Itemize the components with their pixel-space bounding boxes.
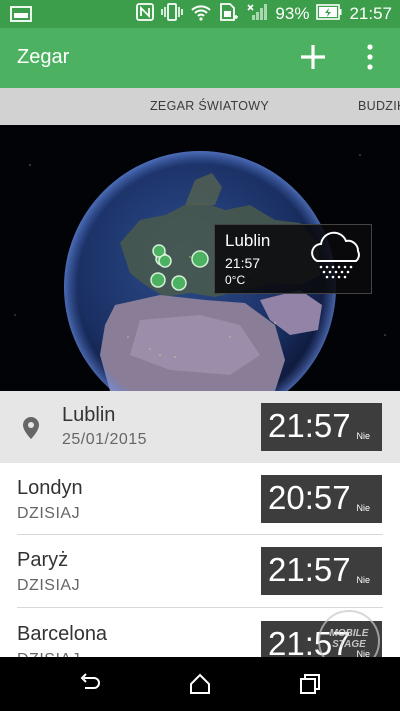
city-name: Barcelona xyxy=(17,623,108,645)
tab-alarm[interactable]: BUDZIK xyxy=(358,99,400,113)
day-label: Nie xyxy=(356,503,370,513)
location-pin-icon xyxy=(23,417,39,439)
time-display: 21:57 Nie xyxy=(261,403,382,451)
tab-bar: ZEGAR ŚWIATOWY BUDZIK xyxy=(0,88,400,125)
time-display: 21:57 Nie xyxy=(261,547,382,595)
nfc-icon xyxy=(136,2,155,26)
city-day-label: DZISIAJ xyxy=(17,577,81,594)
tab-world-clock[interactable]: ZEGAR ŚWIATOWY xyxy=(150,99,269,113)
weather-time: 21:57 xyxy=(225,255,261,271)
watermark-line1: MOBILE xyxy=(329,628,369,639)
snow-cloud-icon xyxy=(311,231,360,279)
recents-icon[interactable] xyxy=(298,672,322,696)
sim-icon xyxy=(219,2,239,26)
back-icon[interactable] xyxy=(78,672,102,696)
home-icon[interactable] xyxy=(188,672,212,696)
marker-lublin xyxy=(191,250,209,268)
day-label: Nie xyxy=(356,575,370,585)
world-map[interactable]: Lublin 21:57 0°C xyxy=(0,125,400,391)
battery-charging-icon xyxy=(316,3,342,25)
app-bar: Zegar xyxy=(0,28,400,88)
time-value: 21:57 xyxy=(268,551,351,588)
wifi-icon xyxy=(190,3,212,26)
city-date: 25/01/2015 xyxy=(62,431,148,448)
app-title: Zegar xyxy=(17,46,70,68)
weather-temp: 0°C xyxy=(225,273,246,287)
status-bar: 93% 21:57 xyxy=(0,0,400,28)
time-display: 20:57 Nie xyxy=(261,475,382,523)
city-name: Londyn xyxy=(17,477,83,499)
status-time: 21:57 xyxy=(349,4,392,23)
plus-icon xyxy=(301,45,325,69)
clock-row-current[interactable]: Lublin 25/01/2015 21:57 Nie xyxy=(0,391,400,463)
city-name: Lublin xyxy=(62,404,116,426)
clock-row[interactable]: Paryż DZISIAJ 21:57 Nie xyxy=(0,536,400,608)
vibrate-icon xyxy=(161,2,184,26)
battery-percent: 93% xyxy=(275,4,310,23)
watermark-line2: STAGE xyxy=(332,639,366,650)
add-city-button[interactable] xyxy=(296,40,330,74)
weather-card[interactable]: Lublin 21:57 0°C xyxy=(214,224,372,294)
city-day-label: DZISIAJ xyxy=(17,505,81,522)
overflow-menu-icon xyxy=(367,44,373,70)
time-value: 21:57 xyxy=(268,407,351,444)
weather-city: Lublin xyxy=(225,231,271,250)
overflow-menu-button[interactable] xyxy=(358,40,382,74)
divider xyxy=(17,534,383,535)
screenshot-icon xyxy=(10,6,32,27)
day-label: Nie xyxy=(356,431,370,441)
signal-icon xyxy=(246,3,268,26)
time-value: 20:57 xyxy=(268,479,351,516)
divider xyxy=(17,607,383,608)
navigation-bar xyxy=(0,657,400,711)
city-name: Paryż xyxy=(17,549,69,571)
marker-barcelona xyxy=(150,272,166,288)
clock-row[interactable]: Londyn DZISIAJ 20:57 Nie xyxy=(0,463,400,535)
